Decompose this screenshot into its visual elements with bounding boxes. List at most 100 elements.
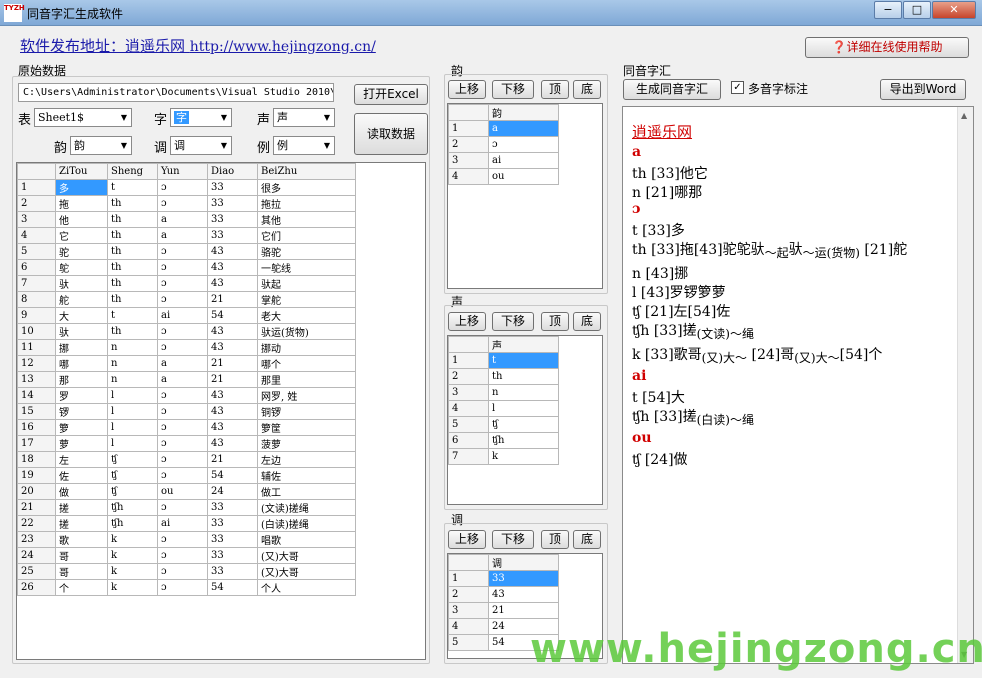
table-row[interactable]: 10 驮 th ɔ 43 驮运(货物): [17, 323, 356, 340]
table-row[interactable]: 1 多 t ɔ 33 很多: [17, 179, 356, 196]
table-cell[interactable]: 43: [207, 419, 258, 436]
table-cell[interactable]: ɔ: [157, 291, 208, 308]
yun-top-button[interactable]: 顶: [541, 80, 569, 99]
table-cell[interactable]: ɔ: [157, 259, 208, 276]
online-help-button[interactable]: ❓详细在线使用帮助: [805, 37, 969, 58]
table-cell[interactable]: ʧ: [107, 483, 158, 500]
table-cell[interactable]: 做: [55, 483, 108, 500]
table-cell[interactable]: 43: [207, 323, 258, 340]
table-cell[interactable]: n: [107, 339, 158, 356]
table-cell[interactable]: 54: [207, 579, 258, 596]
table-cell[interactable]: 54: [207, 307, 258, 324]
table-cell[interactable]: 箩: [55, 419, 108, 436]
table-cell[interactable]: 哪: [55, 355, 108, 372]
table-cell[interactable]: k: [107, 563, 158, 580]
table-cell[interactable]: a: [157, 211, 208, 228]
table-row[interactable]: 13 那 n a 21 那里: [17, 371, 356, 388]
table-cell[interactable]: 挪: [55, 339, 108, 356]
table-cell[interactable]: l: [107, 403, 158, 420]
table-row[interactable]: 3 他 th a 33 其他: [17, 211, 356, 228]
table-cell[interactable]: 43: [207, 339, 258, 356]
minimize-button[interactable]: −: [874, 1, 902, 19]
table-cell[interactable]: 左: [55, 451, 108, 468]
table-cell[interactable]: l: [107, 419, 158, 436]
table-cell[interactable]: l: [107, 435, 158, 452]
table-cell[interactable]: 43: [207, 243, 258, 260]
table-row[interactable]: 8 舵 th ɔ 21 掌舵: [17, 291, 356, 308]
result-scrollbar[interactable]: ▲ ▼: [957, 107, 973, 663]
table-cell[interactable]: 其他: [257, 211, 356, 228]
sheng-bottom-button[interactable]: 底: [573, 312, 601, 331]
table-row[interactable]: 20 做 ʧ ou 24 做工: [17, 483, 356, 500]
table-cell[interactable]: 33: [207, 227, 258, 244]
diao-down-button[interactable]: 下移: [492, 530, 534, 549]
table-cell[interactable]: 24: [207, 483, 258, 500]
table-cell[interactable]: (文读)搓绳: [257, 499, 356, 516]
table-cell[interactable]: 拖: [55, 195, 108, 212]
list-cell[interactable]: k: [488, 448, 559, 465]
table-cell[interactable]: ʧh: [107, 515, 158, 532]
table-cell[interactable]: ɔ: [157, 579, 208, 596]
release-link-url[interactable]: http://www.hejingzong.cn/: [190, 39, 376, 55]
table-cell[interactable]: 33: [207, 211, 258, 228]
list-item[interactable]: 4 ou: [448, 168, 559, 185]
table-cell[interactable]: ɔ: [157, 419, 208, 436]
column-header[interactable]: Diao: [207, 163, 258, 180]
list-item[interactable]: 1a: [448, 120, 559, 137]
list-item[interactable]: 4l: [448, 400, 559, 417]
table-cell[interactable]: a: [157, 371, 208, 388]
table-cell[interactable]: 33: [207, 563, 258, 580]
list-cell[interactable]: ou: [488, 168, 559, 185]
table-cell[interactable]: 大: [55, 307, 108, 324]
yun-up-button[interactable]: 上移: [448, 80, 486, 99]
table-cell[interactable]: ɔ: [157, 547, 208, 564]
table-cell[interactable]: ɔ: [157, 435, 208, 452]
table-cell[interactable]: 萝: [55, 435, 108, 452]
table-cell[interactable]: ɔ: [157, 323, 208, 340]
table-cell[interactable]: 33: [207, 179, 258, 196]
table-cell[interactable]: 43: [207, 435, 258, 452]
table-cell[interactable]: 菠萝: [257, 435, 356, 452]
table-cell[interactable]: ou: [157, 483, 208, 500]
table-row[interactable]: 4 它 th a 33 它们: [17, 227, 356, 244]
table-cell[interactable]: 罗: [55, 387, 108, 404]
list-cell[interactable]: th: [488, 368, 559, 385]
column-header[interactable]: Sheng: [107, 163, 158, 180]
sheng-down-button[interactable]: 下移: [492, 312, 534, 331]
table-cell[interactable]: 21: [207, 371, 258, 388]
sheng-up-button[interactable]: 上移: [448, 312, 486, 331]
table-cell[interactable]: 一鸵线: [257, 259, 356, 276]
column-header[interactable]: BeiZhu: [257, 163, 356, 180]
table-cell[interactable]: 箩筐: [257, 419, 356, 436]
result-text-area[interactable]: 逍遥乐网 a th [33]他它 n [21]哪那 ɔ t [33]多 th [33]拖[…: [622, 106, 974, 664]
table-row[interactable]: 19 佐 ʧ ɔ 54 辅佐: [17, 467, 356, 484]
table-cell[interactable]: 54: [207, 467, 258, 484]
table-cell[interactable]: t: [107, 307, 158, 324]
table-cell[interactable]: a: [157, 227, 208, 244]
table-cell[interactable]: 43: [207, 259, 258, 276]
table-cell[interactable]: a: [157, 355, 208, 372]
table-cell[interactable]: 网罗, 姓: [257, 387, 356, 404]
table-cell[interactable]: 佐: [55, 467, 108, 484]
zi-select[interactable]: 字 ▼: [170, 108, 232, 127]
table-cell[interactable]: ɔ: [157, 275, 208, 292]
table-row[interactable]: 17 萝 l ɔ 43 菠萝: [17, 435, 356, 452]
list-item[interactable]: 2th: [448, 368, 559, 385]
table-cell[interactable]: 个人: [257, 579, 356, 596]
table-cell[interactable]: th: [107, 323, 158, 340]
list-item[interactable]: 5ʧ: [448, 416, 559, 433]
table-row[interactable]: 5 驼 th ɔ 43 骆驼: [17, 243, 356, 260]
polyphone-checkbox[interactable]: ✓: [731, 81, 744, 94]
table-cell[interactable]: 很多: [257, 179, 356, 196]
table-cell[interactable]: ʧh: [107, 499, 158, 516]
list-cell[interactable]: a: [488, 120, 559, 137]
list-cell[interactable]: 33: [488, 570, 559, 587]
table-cell[interactable]: 搓: [55, 499, 108, 516]
table-cell[interactable]: ʧ: [107, 467, 158, 484]
list-cell[interactable]: ai: [488, 152, 559, 169]
table-cell[interactable]: ai: [157, 307, 208, 324]
table-row[interactable]: 7 驮 th ɔ 43 驮起: [17, 275, 356, 292]
table-row[interactable]: 18 左 ʧ ɔ 21 左边: [17, 451, 356, 468]
list-item[interactable]: 1 33: [448, 570, 559, 587]
table-cell[interactable]: th: [107, 243, 158, 260]
